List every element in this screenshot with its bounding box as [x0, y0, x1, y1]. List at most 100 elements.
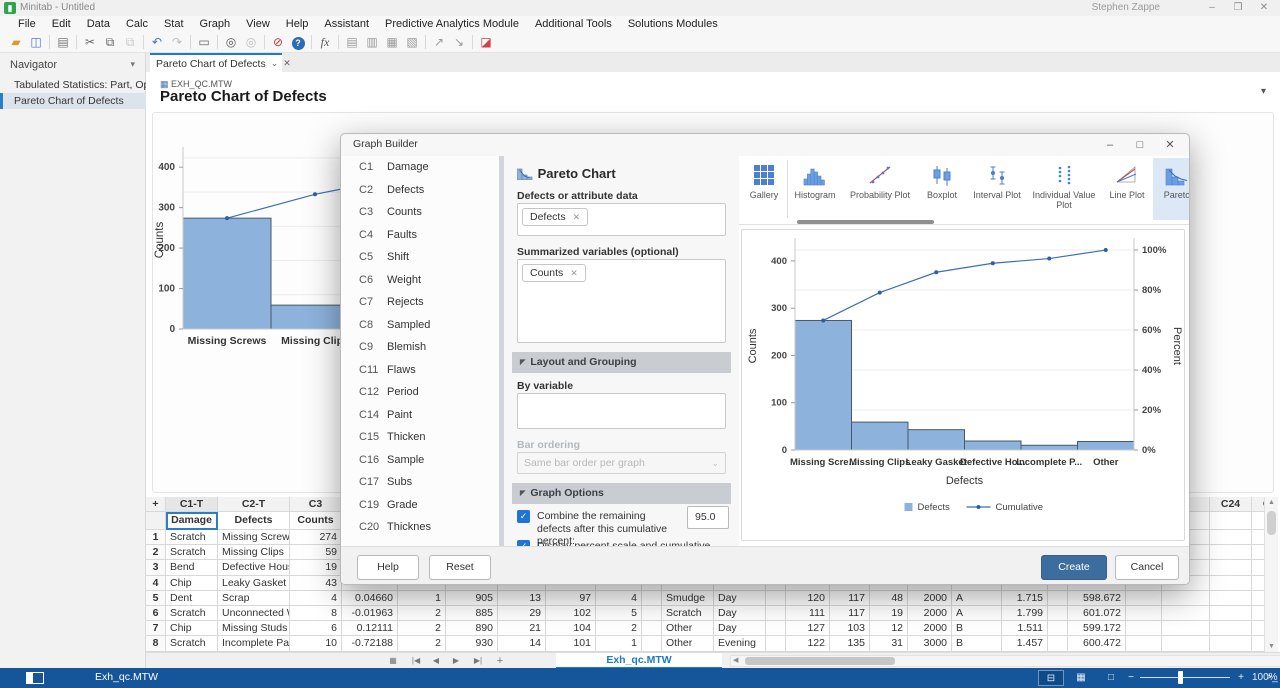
navigator-item-pareto-chart[interactable]: Pareto Chart of Defects	[0, 93, 146, 109]
grid-header-cell[interactable]	[146, 512, 166, 530]
insert-rows-icon[interactable]: ▤	[342, 34, 362, 51]
grid-cell[interactable]	[1210, 576, 1252, 591]
output-view-icon[interactable]: □	[1098, 670, 1124, 686]
grid-cell[interactable]	[1252, 606, 1264, 621]
grid-cell[interactable]: 2000	[908, 621, 952, 636]
cancel-button[interactable]: Cancel	[1115, 555, 1179, 580]
copy-icon[interactable]: ⧉	[100, 34, 120, 51]
column-item-c7[interactable]: C7Rejects	[341, 291, 499, 314]
grid-cell[interactable]	[1252, 591, 1264, 606]
grid-cell[interactable]: 600.472	[1068, 636, 1126, 651]
grid-cell[interactable]: 4	[290, 591, 342, 606]
grid-cell[interactable]: 8	[146, 636, 166, 651]
grid-cell[interactable]: Scratch	[166, 530, 218, 545]
scroll-thumb[interactable]	[745, 657, 895, 665]
grid-cell[interactable]	[766, 621, 786, 636]
grid-cell[interactable]: 1.457	[1002, 636, 1048, 651]
defects-field[interactable]: Defects✕	[517, 203, 726, 236]
column-item-c3[interactable]: C3Counts	[341, 201, 499, 224]
menu-predictive-analytics-module[interactable]: Predictive Analytics Module	[377, 16, 527, 32]
grid-cell[interactable]: 6	[146, 606, 166, 621]
grid-cell[interactable]: Other	[662, 636, 714, 651]
grid-cell[interactable]	[1162, 591, 1210, 606]
dialog-title-bar[interactable]: Graph Builder – □ ✕	[341, 134, 1189, 156]
paste-icon[interactable]: ⧉	[120, 34, 140, 51]
open-icon[interactable]: ▰	[6, 34, 26, 51]
grid-cell[interactable]: 102	[546, 606, 596, 621]
column-list[interactable]: C1DamageC2DefectsC3CountsC4FaultsC5Shift…	[341, 156, 499, 546]
scroll-thumb[interactable]	[1267, 511, 1276, 535]
grid-cell[interactable]: 598.672	[1068, 591, 1126, 606]
grid-cell[interactable]	[1210, 621, 1252, 636]
grid-cell[interactable]: 6	[290, 621, 342, 636]
formula-icon[interactable]: fx	[315, 34, 335, 51]
column-item-c14[interactable]: C14Paint	[341, 404, 499, 427]
grid-cell[interactable]: 930	[446, 636, 498, 651]
graph-options-section-header[interactable]: ◤Graph Options	[512, 483, 731, 504]
grid-cell[interactable]	[1126, 636, 1162, 651]
scroll-up-icon[interactable]: ▲	[1265, 499, 1278, 506]
grid-cell[interactable]: Unconnected Wir	[218, 606, 290, 621]
move-columns-icon[interactable]: ▦	[382, 34, 402, 51]
grid-cell[interactable]: 101	[546, 636, 596, 651]
sort-icon[interactable]: ▧	[402, 34, 422, 51]
grid-cell[interactable]: Scratch	[166, 636, 218, 651]
grid-cell[interactable]: Day	[714, 621, 766, 636]
cut-icon[interactable]: ✂	[80, 34, 100, 51]
grid-cell[interactable]	[1210, 545, 1252, 560]
column-item-c17[interactable]: C17Subs	[341, 471, 499, 494]
grid-cell[interactable]: 111	[786, 606, 830, 621]
grid-cell[interactable]	[1210, 530, 1252, 545]
column-item-c1[interactable]: C1Damage	[341, 156, 499, 179]
grid-cell[interactable]: Missing Clips	[218, 545, 290, 560]
grid-cell[interactable]	[642, 591, 662, 606]
grid-cell[interactable]: 4	[596, 591, 642, 606]
grid-cell[interactable]	[1048, 606, 1068, 621]
grid-cell[interactable]: 103	[830, 621, 870, 636]
restore-button[interactable]: ❐	[1226, 1, 1250, 15]
menu-assistant[interactable]: Assistant	[316, 16, 377, 32]
column-item-c6[interactable]: C6Weight	[341, 269, 499, 292]
grid-cell[interactable]: 1	[146, 530, 166, 545]
grid-cell[interactable]: 2	[398, 636, 446, 651]
menu-calc[interactable]: Calc	[118, 16, 156, 32]
grid-header-cell[interactable]	[1210, 512, 1252, 530]
grid-cell[interactable]: 2000	[908, 606, 952, 621]
grid-cell[interactable]	[1126, 621, 1162, 636]
column-item-c2[interactable]: C2Defects	[341, 179, 499, 202]
tab-close-icon[interactable]: ✕	[283, 58, 291, 69]
menu-view[interactable]: View	[238, 16, 278, 32]
checked-checkbox[interactable]: ✓	[517, 510, 530, 523]
column-item-c15[interactable]: C15Thicken	[341, 426, 499, 449]
menu-graph[interactable]: Graph	[192, 16, 239, 32]
scroll-left-icon[interactable]: ◀	[733, 656, 738, 666]
grid-header-cell[interactable]: C2-T	[218, 497, 290, 512]
grid-cell[interactable]: Day	[714, 591, 766, 606]
grid-cell[interactable]	[1210, 636, 1252, 651]
grid-cell[interactable]: 0.04660	[342, 591, 398, 606]
grid-cell[interactable]: Chip	[166, 576, 218, 591]
grid-cell[interactable]	[1252, 621, 1264, 636]
navigator-item-tabulated-statistics[interactable]: Tabulated Statistics: Part, Operator	[0, 77, 146, 93]
chip-remove-icon[interactable]: ✕	[570, 268, 578, 278]
grid-cell[interactable]: Other	[662, 621, 714, 636]
previous-worksheet-icon[interactable]: ◀	[430, 654, 442, 668]
grid-cell[interactable]: 19	[290, 560, 342, 575]
gallery-item-probability-plot[interactable]: Probability Plot	[843, 158, 917, 220]
grid-header-cell[interactable]: Counts	[290, 512, 342, 530]
grid-cell[interactable]: -0.01963	[342, 606, 398, 621]
grid-cell[interactable]: Missing Screws	[218, 530, 290, 545]
menu-stat[interactable]: Stat	[156, 16, 192, 32]
grid-cell[interactable]: 2	[146, 545, 166, 560]
column-item-c9[interactable]: C9Blemish	[341, 336, 499, 359]
grid-cell[interactable]: Scrap	[218, 591, 290, 606]
insert-cols-icon[interactable]: ▥	[362, 34, 382, 51]
column-item-c8[interactable]: C8Sampled	[341, 314, 499, 337]
grid-cell[interactable]: 135	[830, 636, 870, 651]
grid-cell[interactable]: 8	[290, 606, 342, 621]
last-worksheet-icon[interactable]: ▶|	[470, 654, 486, 668]
cancel-icon[interactable]: ⊘	[268, 34, 288, 51]
grid-cell[interactable]	[642, 621, 662, 636]
zoom-slider[interactable]	[1140, 677, 1230, 678]
summarized-field[interactable]: Counts✕	[517, 259, 726, 343]
